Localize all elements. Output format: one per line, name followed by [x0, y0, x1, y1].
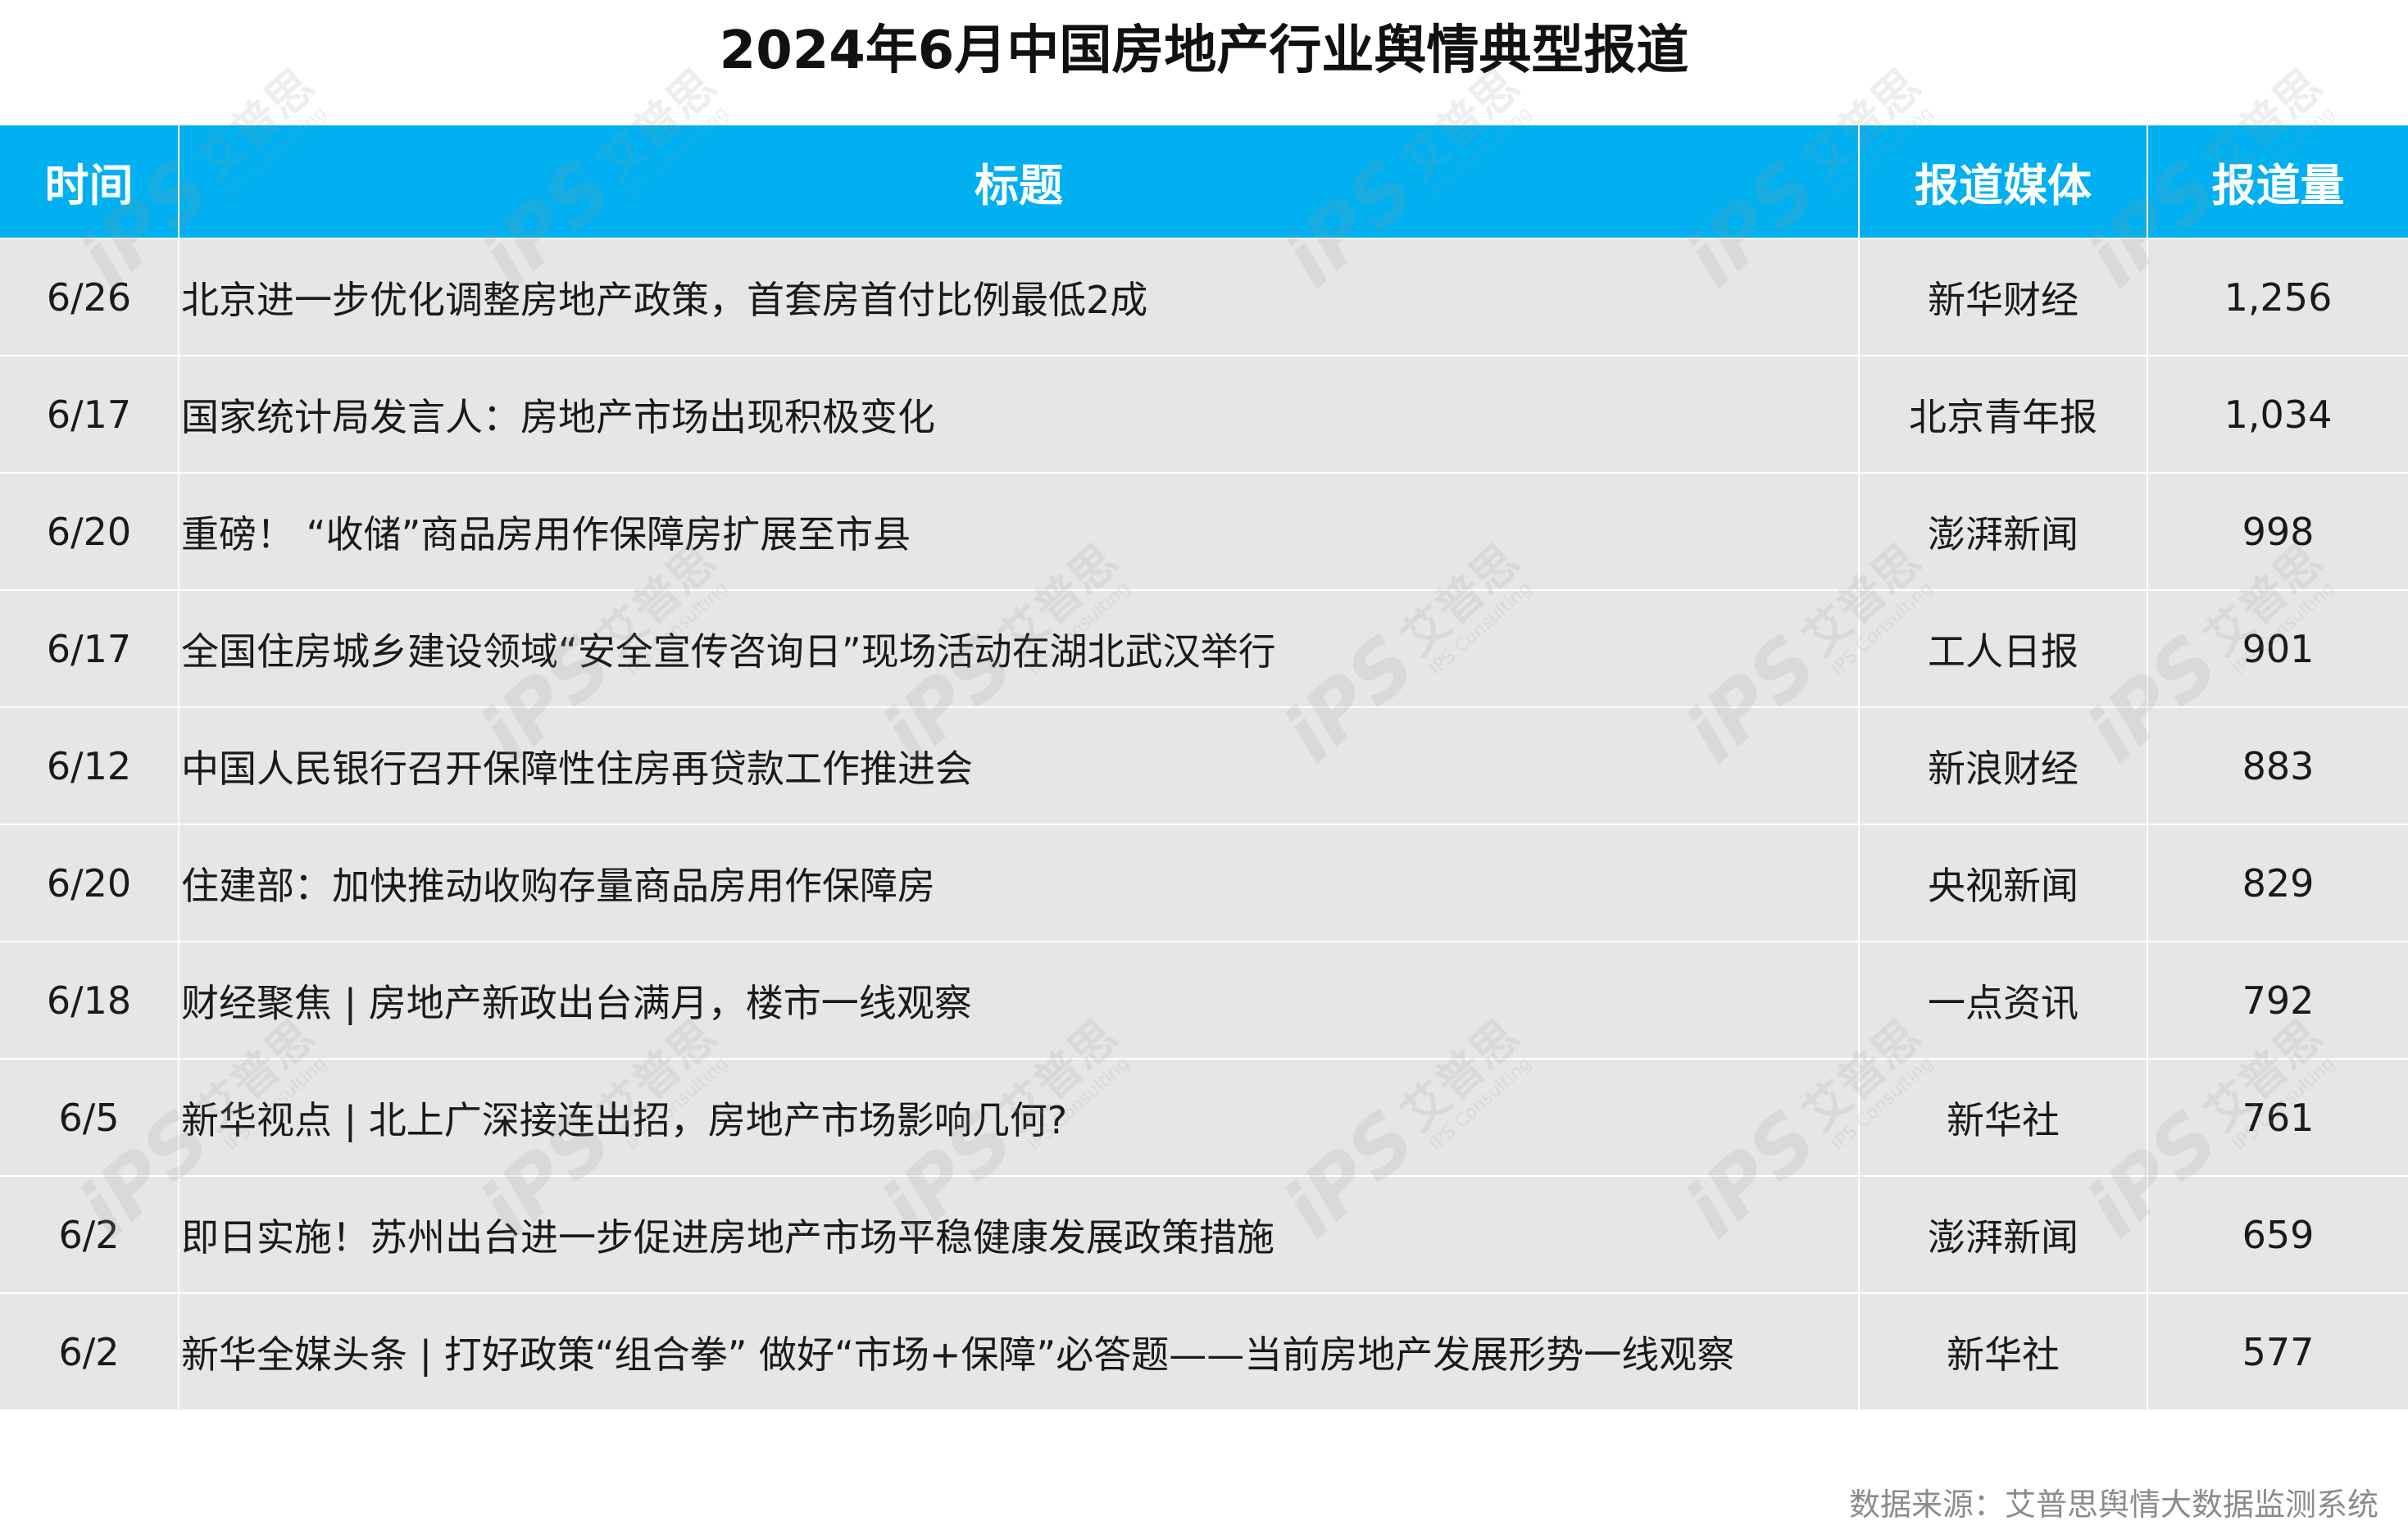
table-row: 6/2 新华全媒头条 | 打好政策“组合拳” 做好“市场+保障”必答题——当前房…	[0, 1292, 2408, 1410]
table-row: 6/26 北京进一步优化调整房地产政策，首套房首付比例最低2成 新华财经 1,2…	[0, 238, 2408, 356]
table-row: 6/17 国家统计局发言人：房地产市场出现积极变化 北京青年报 1,034	[0, 355, 2408, 473]
cell-time: 6/20	[0, 824, 179, 942]
cell-title: 新华视点 | 北上广深接连出招，房地产市场影响几何?	[178, 1058, 1859, 1176]
cell-title: 住建部：加快推动收购存量商品房用作保障房	[178, 824, 1859, 942]
cell-media: 新华社	[1858, 1292, 2147, 1410]
header-title: 标题	[178, 125, 1859, 238]
table-row: 6/17 全国住房城乡建设领域“安全宣传咨询日”现场活动在湖北武汉举行 工人日报…	[0, 589, 2408, 707]
table-row: 6/20 住建部：加快推动收购存量商品房用作保障房 央视新闻 829	[0, 824, 2408, 942]
table-header-row: 时间 标题 报道媒体 报道量	[0, 125, 2408, 238]
cell-title: 全国住房城乡建设领域“安全宣传咨询日”现场活动在湖北武汉举行	[178, 589, 1859, 707]
cell-count: 1,034	[2147, 355, 2408, 473]
cell-title: 新华全媒头条 | 打好政策“组合拳” 做好“市场+保障”必答题——当前房地产发展…	[178, 1292, 1859, 1410]
cell-time: 6/18	[0, 941, 179, 1059]
cell-title: 财经聚焦 | 房地产新政出台满月，楼市一线观察	[178, 941, 1859, 1059]
header-count: 报道量	[2147, 125, 2408, 238]
cell-count: 829	[2147, 824, 2408, 942]
cell-time: 6/2	[0, 1175, 179, 1293]
cell-time: 6/2	[0, 1292, 179, 1410]
cell-count: 577	[2147, 1292, 2408, 1410]
header-media: 报道媒体	[1858, 125, 2147, 238]
cell-time: 6/26	[0, 238, 179, 356]
table-row: 6/20 重磅！ “收储”商品房用作保障房扩展至市县 澎湃新闻 998	[0, 472, 2408, 590]
cell-title: 国家统计局发言人：房地产市场出现积极变化	[178, 355, 1859, 473]
cell-media: 一点资讯	[1858, 941, 2147, 1059]
cell-media: 新华社	[1858, 1058, 2147, 1176]
cell-time: 6/12	[0, 706, 179, 824]
cell-count: 901	[2147, 589, 2408, 707]
cell-title: 中国人民银行召开保障性住房再贷款工作推进会	[178, 706, 1859, 824]
cell-media: 央视新闻	[1858, 824, 2147, 942]
source-note: 数据来源：艾普思舆情大数据监测系统	[1848, 1487, 2378, 1523]
table-row: 6/2 即日实施！苏州出台进一步促进房地产市场平稳健康发展政策措施 澎湃新闻 6…	[0, 1175, 2408, 1293]
cell-title: 北京进一步优化调整房地产政策，首套房首付比例最低2成	[178, 238, 1859, 356]
cell-time: 6/20	[0, 472, 179, 590]
cell-time: 6/5	[0, 1058, 179, 1176]
cell-title: 重磅！ “收储”商品房用作保障房扩展至市县	[178, 472, 1859, 590]
cell-time: 6/17	[0, 355, 179, 473]
cell-count: 792	[2147, 941, 2408, 1059]
table-row: 6/5 新华视点 | 北上广深接连出招，房地产市场影响几何? 新华社 761	[0, 1058, 2408, 1176]
cell-media: 新华财经	[1858, 238, 2147, 356]
cell-media: 澎湃新闻	[1858, 1175, 2147, 1293]
report-table: 时间 标题 报道媒体 报道量 6/26 北京进一步优化调整房地产政策，首套房首付…	[0, 125, 2408, 1410]
cell-count: 659	[2147, 1175, 2408, 1293]
cell-media: 北京青年报	[1858, 355, 2147, 473]
table-row: 6/18 财经聚焦 | 房地产新政出台满月，楼市一线观察 一点资讯 792	[0, 941, 2408, 1059]
cell-count: 761	[2147, 1058, 2408, 1176]
page-title: 2024年6月中国房地产行业舆情典型报道	[719, 20, 1689, 81]
header-time: 时间	[0, 125, 179, 238]
cell-media: 新浪财经	[1858, 706, 2147, 824]
cell-time: 6/17	[0, 589, 179, 707]
table-row: 6/12 中国人民银行召开保障性住房再贷款工作推进会 新浪财经 883	[0, 706, 2408, 824]
cell-media: 工人日报	[1858, 589, 2147, 707]
cell-count: 998	[2147, 472, 2408, 590]
cell-title: 即日实施！苏州出台进一步促进房地产市场平稳健康发展政策措施	[178, 1175, 1859, 1293]
cell-media: 澎湃新闻	[1858, 472, 2147, 590]
cell-count: 1,256	[2147, 238, 2408, 356]
cell-count: 883	[2147, 706, 2408, 824]
